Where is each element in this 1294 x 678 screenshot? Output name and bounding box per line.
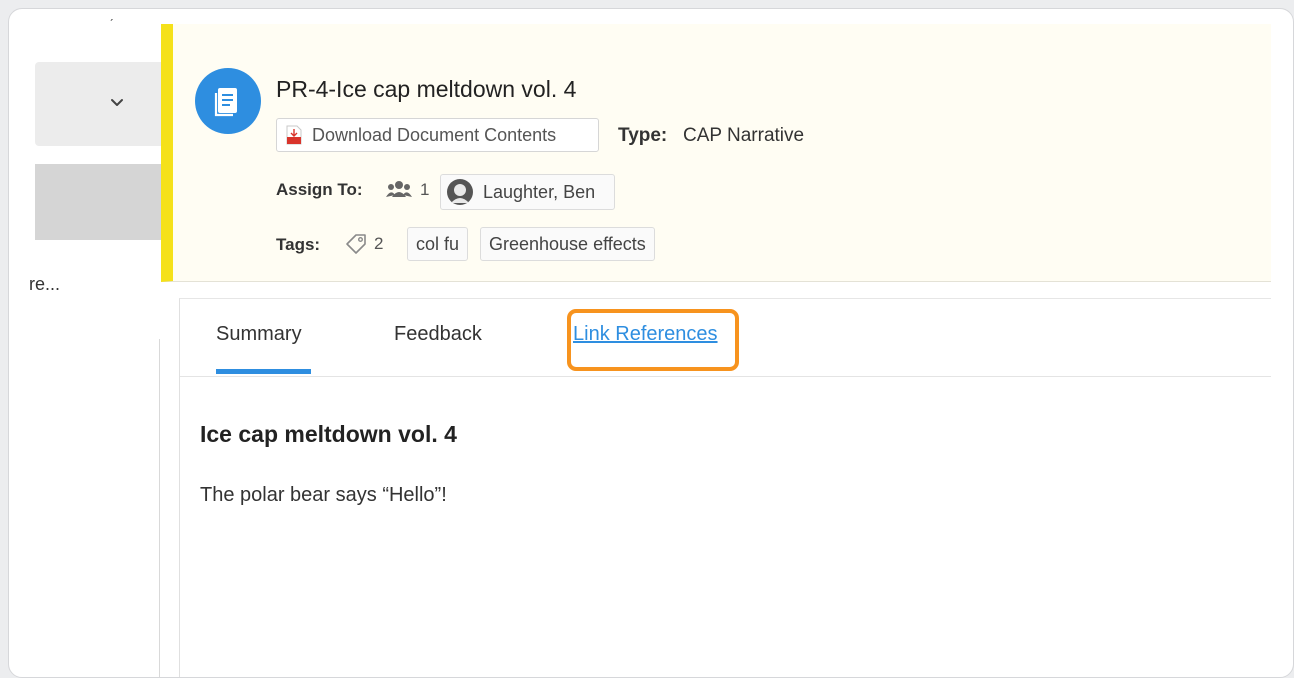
- chevron-down-icon[interactable]: [107, 92, 127, 112]
- tab-summary-label: Summary: [216, 323, 302, 345]
- document-header: PR-4-Ice cap meltdown vol. 4 Download Do…: [161, 24, 1271, 282]
- tab-feedback-label: Feedback: [394, 323, 482, 345]
- tag-chip[interactable]: Greenhouse effects: [480, 227, 655, 261]
- assign-to-label: Assign To:: [276, 180, 363, 199]
- left-truncated-label[interactable]: re...: [29, 274, 60, 295]
- document-avatar: [195, 68, 261, 134]
- pdf-icon: [286, 125, 302, 145]
- download-label: Download Document Contents: [312, 124, 557, 145]
- active-tab-indicator: [216, 369, 311, 374]
- tags-count: 2: [374, 234, 384, 253]
- tab-summary[interactable]: Summary: [216, 323, 311, 374]
- tag-label: Greenhouse effects: [489, 233, 646, 254]
- tab-feedback[interactable]: Feedback: [394, 323, 482, 346]
- app-window: ˏ re... PR-4-Ice cap meltdown vol. 4 Dow…: [8, 8, 1294, 678]
- tab-link-references[interactable]: Link References: [573, 323, 718, 346]
- document-icon: [214, 88, 237, 117]
- left-dropdown[interactable]: [35, 62, 161, 146]
- content-panel: Summary Feedback Link References Ice cap…: [179, 298, 1271, 677]
- left-divider: [159, 339, 160, 677]
- tags-label: Tags:: [276, 235, 321, 254]
- download-document-button[interactable]: Download Document Contents: [276, 118, 599, 152]
- content-body: The polar bear says “Hello”!: [200, 484, 447, 506]
- type-label: Type:: [618, 125, 668, 146]
- type-value: CAP Narrative: [683, 125, 805, 146]
- top-tick-mark: ˏ: [109, 8, 114, 21]
- tag-chip[interactable]: col fu: [407, 227, 469, 261]
- tab-bar: Summary Feedback Link References: [180, 299, 1271, 377]
- tag-label: col fu: [416, 233, 460, 254]
- assignee-chip[interactable]: Laughter, Ben: [440, 174, 615, 210]
- content-title: Ice cap meltdown vol. 4: [200, 421, 457, 447]
- tab-link-references-label: Link References: [573, 323, 718, 345]
- document-title: PR-4-Ice cap meltdown vol. 4: [276, 76, 577, 102]
- assignee-count: 1: [420, 180, 430, 199]
- left-selected-item[interactable]: [35, 164, 161, 240]
- group-icon: [386, 181, 412, 197]
- tag-icon: [346, 234, 366, 254]
- assignee-name: Laughter, Ben: [483, 181, 596, 202]
- user-avatar-icon: [447, 179, 473, 205]
